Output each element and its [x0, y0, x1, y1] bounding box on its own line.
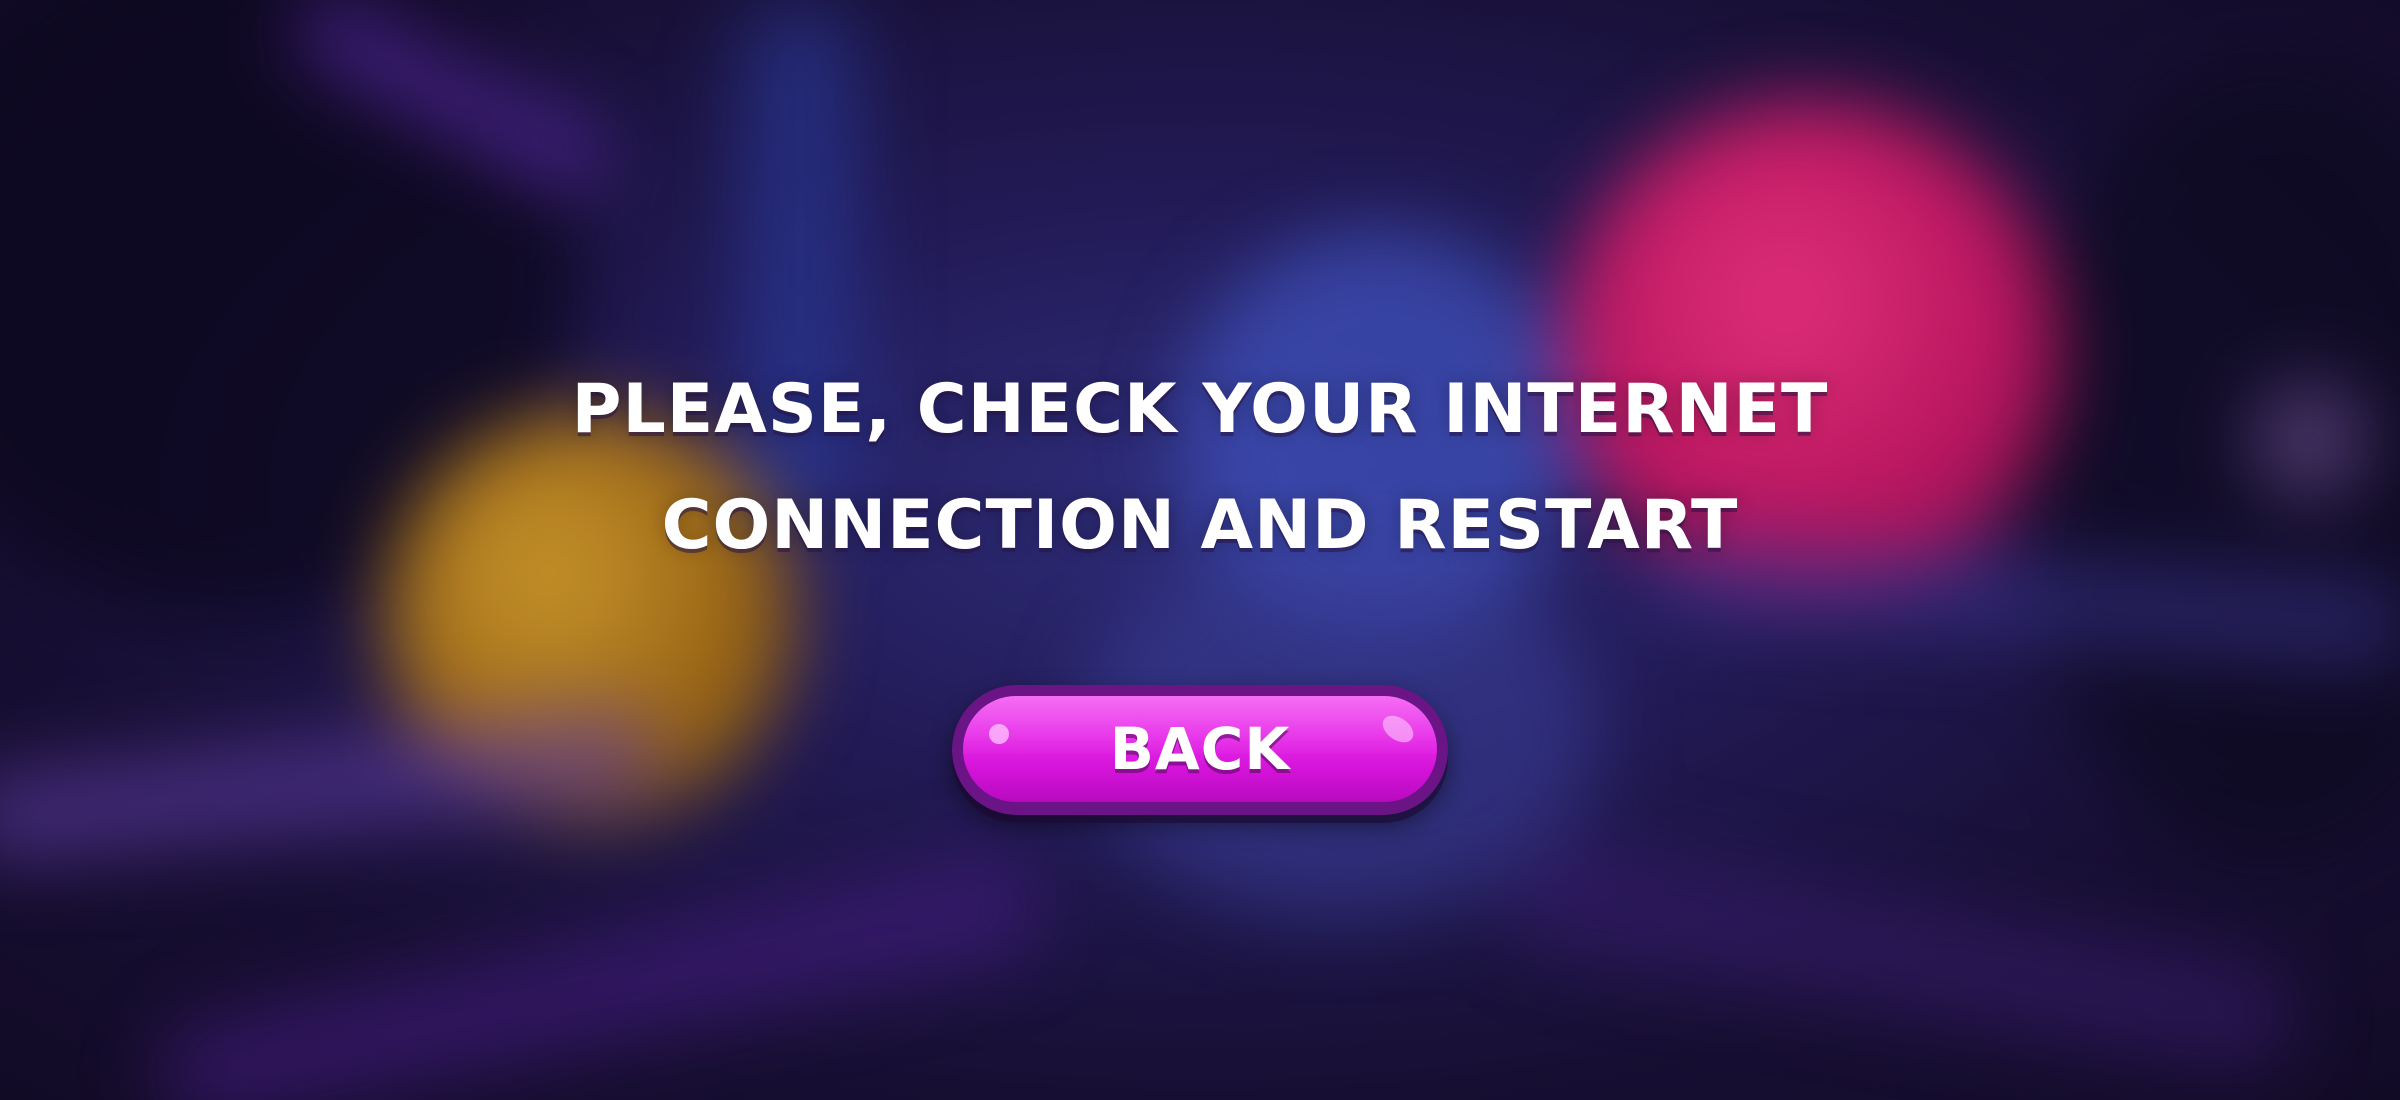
back-button-face[interactable]: BACK — [963, 696, 1437, 802]
game-scene: PLEASE, CHECK YOUR INTERNET CONNECTION A… — [0, 0, 2400, 1100]
violet-floor-bottom-right — [1496, 831, 2304, 1079]
connection-error-message: PLEASE, CHECK YOUR INTERNET CONNECTION A… — [0, 352, 2400, 584]
back-button[interactable]: BACK — [952, 685, 1448, 815]
message-line-1: PLEASE, CHECK YOUR INTERNET — [571, 370, 1829, 449]
back-button-label[interactable]: BACK — [963, 696, 1437, 802]
purple-floor-left — [0, 703, 663, 867]
violet-floor-bottom — [149, 847, 1051, 1100]
message-line-2: CONNECTION AND RESTART — [661, 486, 1739, 565]
